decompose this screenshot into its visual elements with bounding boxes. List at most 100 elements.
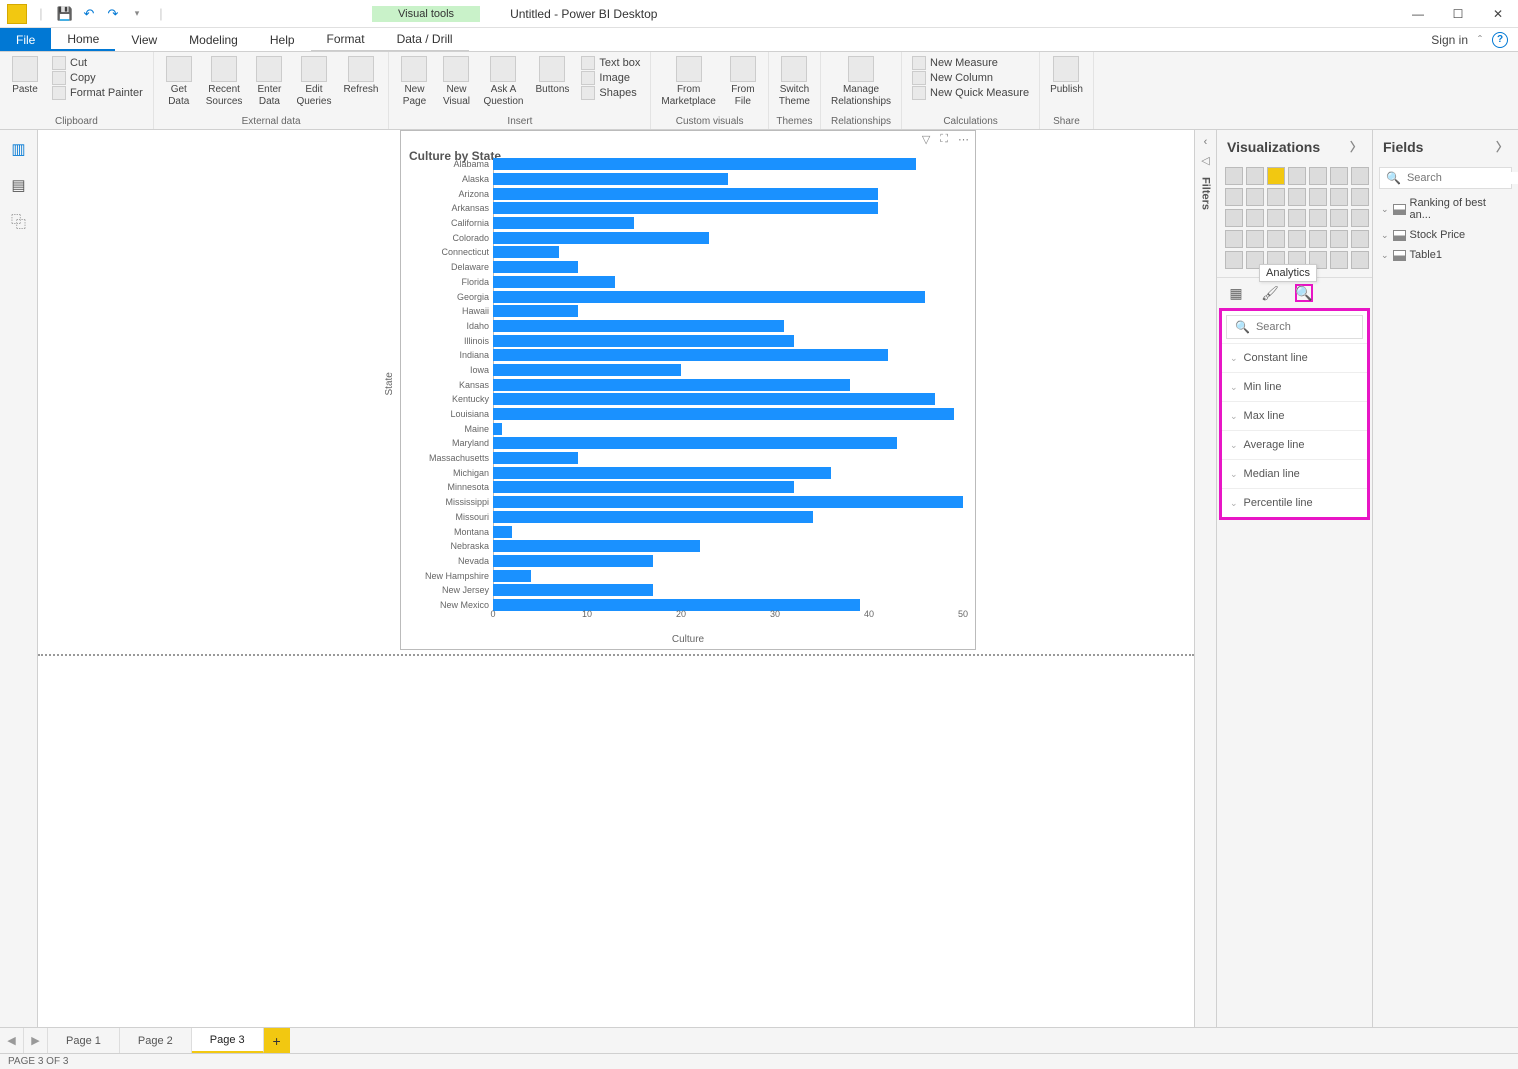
sign-in-link[interactable]: Sign in	[1431, 33, 1468, 47]
from-file-button[interactable]: From File	[724, 54, 762, 109]
field-table[interactable]: ⌄Stock Price	[1373, 225, 1518, 245]
visualization-type-icon[interactable]	[1309, 167, 1327, 185]
visualization-type-icon[interactable]	[1225, 209, 1243, 227]
bar[interactable]	[493, 349, 888, 361]
undo-icon[interactable]: ↶	[78, 3, 100, 25]
tab-view[interactable]: View	[115, 28, 173, 51]
visualization-type-icon[interactable]	[1225, 230, 1243, 248]
page-prev-button[interactable]: ◀	[0, 1028, 24, 1053]
bar[interactable]	[493, 452, 578, 464]
filters-pane-collapsed[interactable]: ‹ ◁ Filters	[1194, 130, 1216, 1027]
collapse-fields-icon[interactable]: 〉	[1496, 138, 1508, 155]
fields-tab-icon[interactable]: ▦	[1227, 284, 1245, 302]
bar[interactable]	[493, 217, 634, 229]
visualization-type-icon[interactable]	[1330, 251, 1348, 269]
paste-button[interactable]: Paste	[6, 54, 44, 98]
report-canvas[interactable]: ▽ ⛶ ⋯ Culture by State State AlabamaAlas…	[38, 130, 1194, 1027]
visualization-type-icon[interactable]	[1330, 209, 1348, 227]
image-button[interactable]: Image	[581, 71, 640, 85]
text-box-button[interactable]: Text box	[581, 56, 640, 70]
save-icon[interactable]: 💾	[54, 3, 76, 25]
visualization-type-icon[interactable]	[1351, 188, 1369, 206]
edit-queries-button[interactable]: Edit Queries	[292, 54, 335, 109]
visualization-type-icon[interactable]	[1330, 167, 1348, 185]
format-painter-button[interactable]: Format Painter	[52, 86, 143, 100]
bar[interactable]	[493, 188, 878, 200]
visualization-type-icon[interactable]	[1330, 230, 1348, 248]
fields-search-input[interactable]	[1407, 172, 1518, 184]
enter-data-button[interactable]: Enter Data	[250, 54, 288, 109]
visualization-type-icon[interactable]	[1267, 167, 1285, 185]
from-marketplace-button[interactable]: From Marketplace	[657, 54, 719, 109]
bar[interactable]	[493, 291, 925, 303]
chevron-up-icon[interactable]: ˆ	[1478, 33, 1482, 47]
bar[interactable]	[493, 320, 784, 332]
buttons-button[interactable]: Buttons	[532, 54, 574, 98]
add-page-button[interactable]: +	[264, 1028, 290, 1053]
visual-filter-icon[interactable]: ▽	[922, 133, 930, 145]
bar[interactable]	[493, 379, 850, 391]
bar[interactable]	[493, 276, 615, 288]
maximize-button[interactable]: ☐	[1438, 0, 1478, 28]
visualization-type-icon[interactable]	[1267, 230, 1285, 248]
redo-icon[interactable]: ↷	[102, 3, 124, 25]
bar[interactable]	[493, 393, 935, 405]
report-view-icon[interactable]: ▥	[8, 138, 30, 160]
page-tab-1[interactable]: Page 1	[48, 1028, 120, 1053]
visualization-type-icon[interactable]	[1351, 251, 1369, 269]
analytics-item[interactable]: ⌄Average line	[1222, 430, 1367, 459]
field-table[interactable]: ⌄Ranking of best an...	[1373, 193, 1518, 225]
help-icon[interactable]: ?	[1492, 32, 1508, 48]
publish-button[interactable]: Publish	[1046, 54, 1087, 98]
bar[interactable]	[493, 584, 653, 596]
analytics-tab-icon[interactable]: 🔍	[1295, 284, 1313, 302]
copy-button[interactable]: Copy	[52, 71, 143, 85]
analytics-item[interactable]: ⌄Min line	[1222, 372, 1367, 401]
visualization-type-icon[interactable]	[1351, 209, 1369, 227]
bar[interactable]	[493, 540, 700, 552]
visualization-type-icon[interactable]	[1267, 209, 1285, 227]
tab-home[interactable]: Home	[51, 28, 115, 51]
bar[interactable]	[493, 232, 709, 244]
bar[interactable]	[493, 158, 916, 170]
visualization-type-icon[interactable]	[1225, 188, 1243, 206]
format-tab-icon[interactable]: 🖌	[1261, 284, 1279, 302]
visualization-type-icon[interactable]	[1225, 167, 1243, 185]
new-page-button[interactable]: New Page	[395, 54, 433, 109]
bar[interactable]	[493, 246, 559, 258]
new-quick-measure-button[interactable]: New Quick Measure	[912, 86, 1029, 100]
visualization-type-icon[interactable]	[1351, 230, 1369, 248]
page-tab-3[interactable]: Page 3	[192, 1028, 264, 1053]
analytics-item[interactable]: ⌄Max line	[1222, 401, 1367, 430]
qat-dropdown-icon[interactable]: ▾	[126, 3, 148, 25]
tab-modeling[interactable]: Modeling	[173, 28, 254, 51]
visualization-type-icon[interactable]	[1351, 167, 1369, 185]
visualization-type-icon[interactable]	[1288, 209, 1306, 227]
analytics-search[interactable]: 🔍	[1226, 315, 1363, 339]
bar-chart-visual[interactable]: ▽ ⛶ ⋯ Culture by State State AlabamaAlas…	[400, 130, 976, 650]
visual-more-icon[interactable]: ⋯	[958, 133, 969, 145]
bar[interactable]	[493, 526, 512, 538]
visualization-type-icon[interactable]	[1309, 209, 1327, 227]
tab-format[interactable]: Format	[311, 28, 381, 51]
visualization-type-icon[interactable]	[1309, 188, 1327, 206]
close-button[interactable]: ✕	[1478, 0, 1518, 28]
bar[interactable]	[493, 335, 794, 347]
page-next-button[interactable]: ▶	[24, 1028, 48, 1053]
visualization-type-icon[interactable]	[1309, 230, 1327, 248]
bar[interactable]	[493, 202, 878, 214]
bar[interactable]	[493, 467, 831, 479]
bar[interactable]	[493, 437, 897, 449]
bar[interactable]	[493, 364, 681, 376]
analytics-item[interactable]: ⌄Percentile line	[1222, 488, 1367, 517]
switch-theme-button[interactable]: Switch Theme	[775, 54, 814, 109]
bar[interactable]	[493, 305, 578, 317]
visualization-type-icon[interactable]	[1246, 188, 1264, 206]
bar[interactable]	[493, 481, 794, 493]
bar[interactable]	[493, 408, 954, 420]
analytics-item[interactable]: ⌄Median line	[1222, 459, 1367, 488]
page-tab-2[interactable]: Page 2	[120, 1028, 192, 1053]
model-view-icon[interactable]: ⿻	[8, 210, 30, 232]
bar[interactable]	[493, 423, 502, 435]
bar[interactable]	[493, 555, 653, 567]
